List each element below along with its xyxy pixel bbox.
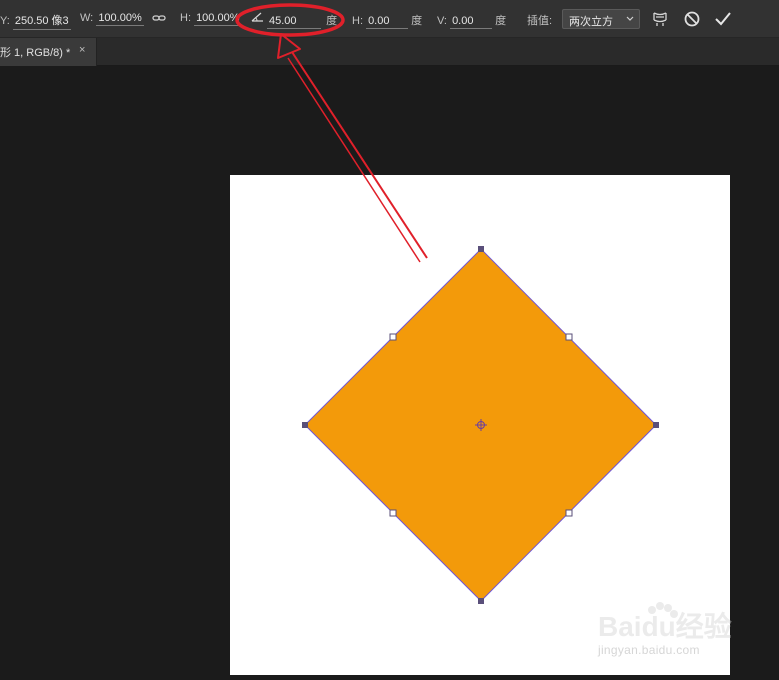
watermark-brand: Baidu经验	[598, 610, 732, 642]
transform-handle-left[interactable]	[302, 422, 308, 428]
watermark-url: jingyan.baidu.com	[598, 643, 700, 657]
transform-handle-top[interactable]	[478, 246, 484, 252]
annotation-highlight-ellipse	[235, 3, 345, 37]
transform-overlay	[235, 3, 659, 604]
transform-handle-top-left[interactable]	[389, 333, 397, 341]
transform-handle-bottom-right[interactable]	[565, 509, 573, 517]
annotation-arrow	[277, 33, 428, 263]
transform-handle-bottom-left[interactable]	[389, 509, 397, 517]
transform-handle-right[interactable]	[653, 422, 659, 428]
transform-handle-bottom[interactable]	[478, 598, 484, 604]
transform-handle-top-right[interactable]	[565, 333, 573, 341]
